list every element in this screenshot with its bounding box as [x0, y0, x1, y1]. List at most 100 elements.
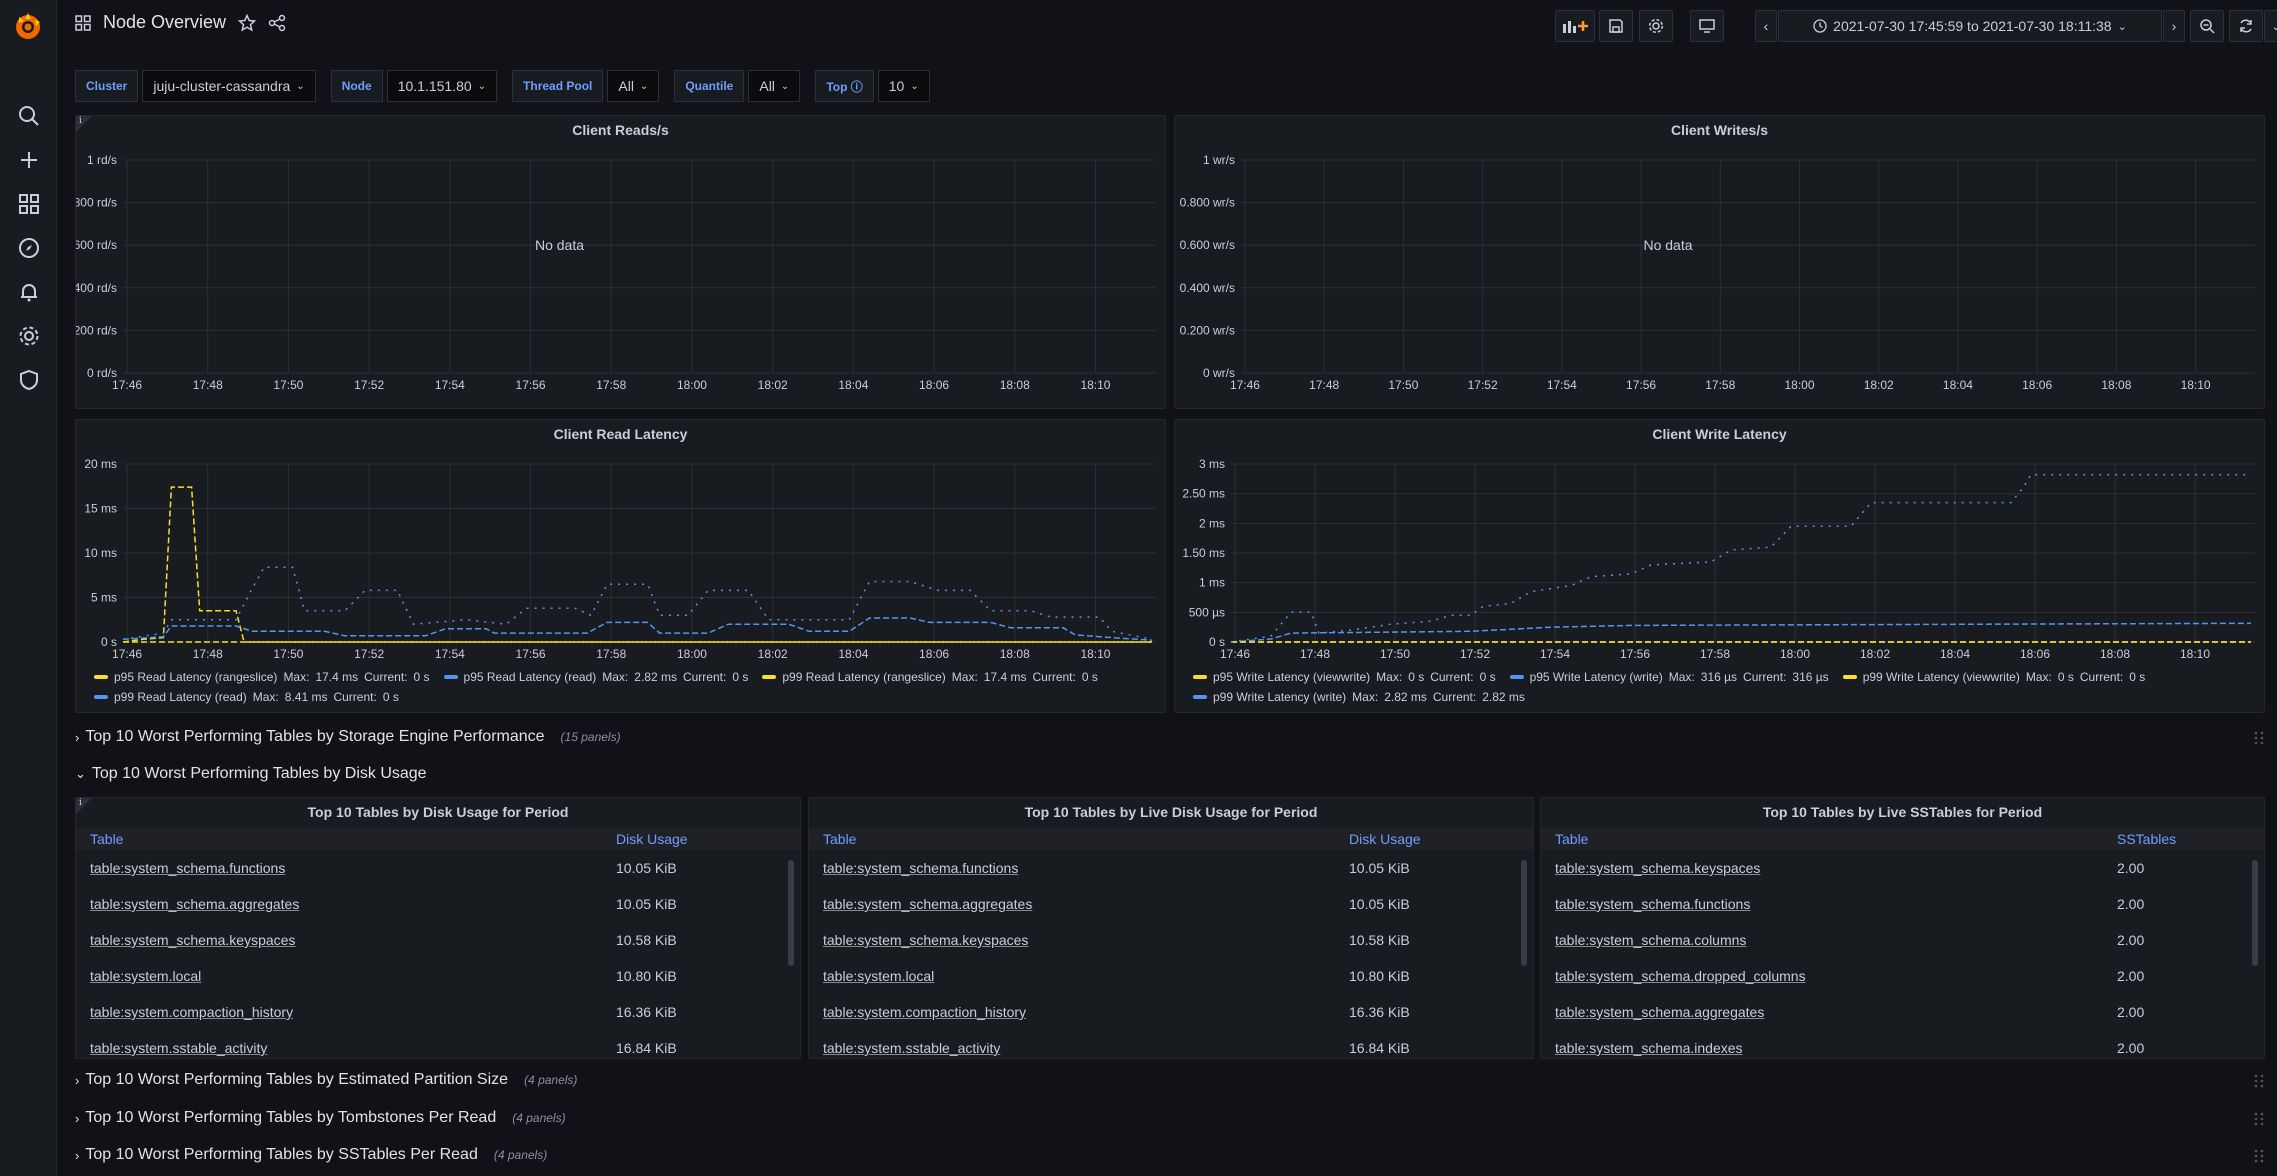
column-header-table[interactable]: Table [76, 831, 123, 847]
row-sstables-per-read[interactable]: › Top 10 Worst Performing Tables by SSTa… [75, 1140, 2265, 1170]
table-scrollbar[interactable] [2252, 860, 2258, 966]
row-panel-count: (4 panels) [524, 1073, 578, 1087]
x-tick-label: 18:08 [1000, 647, 1030, 661]
table-panel-disk-usage[interactable]: i Top 10 Tables by Disk Usage for Period… [75, 797, 801, 1059]
table-cell-name[interactable]: table:system_schema.aggregates [76, 896, 299, 912]
variable-select-thread-pool[interactable]: All ⌄ [607, 70, 660, 102]
panel-title[interactable]: Top 10 Tables by Live SSTables for Perio… [1541, 804, 2264, 820]
table-row: table:system_schema.functions 10.05 KiB [76, 850, 800, 886]
legend-max-label: Max: [283, 670, 310, 684]
row-title: Top 10 Worst Performing Tables by Estima… [85, 1071, 509, 1088]
row-tombstones[interactable]: › Top 10 Worst Performing Tables by Tomb… [75, 1103, 2265, 1133]
table-cell-value: 2.00 [2117, 932, 2145, 948]
x-tick-label: 17:50 [273, 647, 303, 661]
drag-handle-icon[interactable] [2253, 1148, 2265, 1164]
legend-item[interactable]: p95 Write Latency (viewwrite) Max: 0 s Curr… [1193, 670, 1496, 684]
table-cell-name[interactable]: table:system_schema.functions [809, 860, 1018, 876]
table-cell-name[interactable]: table:system_schema.indexes [1541, 1040, 1743, 1056]
table-cell-name[interactable]: table:system_schema.keyspaces [76, 932, 295, 948]
add-panel-button[interactable] [1555, 10, 1595, 42]
dashboard-title[interactable]: Node Overview [103, 12, 226, 33]
configuration-gear-icon[interactable] [16, 323, 42, 349]
legend-item[interactable]: p99 Write Latency (write) Max: 2.82 ms Curr… [1193, 690, 1525, 704]
column-header-value[interactable]: Disk Usage [616, 831, 688, 847]
legend-swatch [443, 675, 458, 679]
client-read-latency-panel[interactable]: Client Read Latency 0 s5 ms 10 ms 15 ms 20 … [75, 419, 1166, 713]
plus-icon[interactable] [16, 147, 42, 173]
table-cell-name[interactable]: table:system_schema.dropped_columns [1541, 968, 1806, 984]
table-cell-name[interactable]: table:system_schema.aggregates [1541, 1004, 1764, 1020]
row-partition-size[interactable]: › Top 10 Worst Performing Tables by Esti… [75, 1065, 2265, 1095]
grafana-logo-icon[interactable] [11, 10, 45, 44]
save-dashboard-button[interactable] [1599, 10, 1633, 42]
table-panel-live-sstables[interactable]: Top 10 Tables by Live SSTables for Perio… [1540, 797, 2265, 1059]
dashboards-icon[interactable] [16, 191, 42, 217]
client-write-latency-panel[interactable]: Client Write Latency 0 s 500 µs 1 ms 1.50 m… [1174, 419, 2265, 713]
row-disk-usage[interactable]: ⌄ Top 10 Worst Performing Tables by Disk… [75, 759, 2265, 789]
table-row: table:system_schema.functions 10.05 KiB [809, 850, 1533, 886]
time-range-back-button[interactable]: ‹ [1755, 10, 1777, 42]
y-tick-label: 0.400 rd/s [76, 281, 117, 295]
explore-compass-icon[interactable] [16, 235, 42, 261]
legend-item[interactable]: p95 Read Latency (read) Max: 2.82 ms Curren… [443, 670, 748, 684]
legend-item[interactable]: p99 Read Latency (read) Max: 8.41 ms Curren… [94, 690, 399, 704]
table-panel-live-disk-usage[interactable]: Top 10 Tables by Live Disk Usage for Per… [808, 797, 1534, 1059]
column-header-value[interactable]: SSTables [2117, 831, 2176, 847]
alerting-bell-icon[interactable] [16, 279, 42, 305]
row-storage-engine[interactable]: › Top 10 Worst Performing Tables by Stor… [75, 722, 2265, 752]
cycle-view-mode-button[interactable] [1690, 10, 1724, 42]
column-header-table[interactable]: Table [809, 831, 856, 847]
table-cell-name[interactable]: table:system_schema.keyspaces [1541, 860, 1760, 876]
table-cell-name[interactable]: table:system.local [809, 968, 934, 984]
zoom-out-button[interactable] [2190, 10, 2224, 42]
table-cell-name[interactable]: table:system.local [76, 968, 201, 984]
variable-select-quantile[interactable]: All ⌄ [748, 70, 801, 102]
x-tick-label: 17:50 [1380, 647, 1410, 661]
time-range-picker[interactable]: 2021-07-30 17:45:59 to 2021-07-30 18:11:… [1778, 10, 2162, 42]
table-cell-value: 10.05 KiB [616, 860, 677, 876]
table-scrollbar[interactable] [1521, 860, 1527, 966]
server-admin-shield-icon[interactable] [16, 367, 42, 393]
panel-title[interactable]: Top 10 Tables by Live Disk Usage for Per… [809, 804, 1533, 820]
variable-select-top[interactable]: 10 ⌄ [877, 70, 930, 102]
column-header-value[interactable]: Disk Usage [1349, 831, 1421, 847]
x-tick-label: 17:56 [516, 378, 546, 392]
table-cell-name[interactable]: table:system.sstable_activity [809, 1040, 1000, 1056]
legend-current-label: Current: [364, 670, 408, 684]
chevron-down-icon: ⌄ [910, 80, 919, 92]
panel-title[interactable]: Top 10 Tables by Disk Usage for Period [76, 804, 800, 820]
refresh-interval-picker[interactable]: ⌄ [2264, 10, 2277, 42]
drag-handle-icon[interactable] [2253, 1073, 2265, 1089]
legend-item[interactable]: p95 Read Latency (rangeslice) Max: 17.4 ms… [94, 670, 430, 684]
client-reads-panel[interactable]: i Client Reads/s 0 rd/s0.200 rd/s0.400 r… [75, 115, 1166, 409]
variable-select-node[interactable]: 10.1.151.80 ⌄ [386, 70, 498, 102]
drag-handle-icon[interactable] [2253, 1111, 2265, 1127]
refresh-button[interactable] [2229, 10, 2263, 42]
share-icon[interactable] [268, 14, 286, 32]
table-cell-name[interactable]: table:system.sstable_activity [76, 1040, 267, 1056]
table-cell-name[interactable]: table:system_schema.columns [1541, 932, 1746, 948]
table-cell-name[interactable]: table:system_schema.functions [76, 860, 285, 876]
table-cell-name[interactable]: table:system.compaction_history [76, 1004, 293, 1020]
table-cell-name[interactable]: table:system_schema.keyspaces [809, 932, 1028, 948]
x-tick-label: 18:08 [2100, 647, 2130, 661]
variable-select-cluster[interactable]: juju-cluster-cassandra ⌄ [142, 70, 316, 102]
table-scrollbar[interactable] [788, 860, 794, 966]
column-header-table[interactable]: Table [1541, 831, 1588, 847]
legend-current-label: Current: [1430, 670, 1474, 684]
legend-item[interactable]: p95 Write Latency (write) Max: 316 µs Curre… [1509, 670, 1829, 684]
table-cell-value: 2.00 [2117, 968, 2145, 984]
time-range-forward-button[interactable]: › [2163, 10, 2185, 42]
row-title: Top 10 Worst Performing Tables by Storag… [85, 728, 545, 745]
client-writes-panel[interactable]: Client Writes/s 0 wr/s 0.200 wr/s 0.400 wr… [1174, 115, 2265, 409]
drag-handle-icon[interactable] [2253, 730, 2265, 746]
table-cell-name[interactable]: table:system_schema.aggregates [809, 896, 1032, 912]
legend-item[interactable]: p99 Write Latency (viewwrite) Max: 0 s Curr… [1842, 670, 2145, 684]
dashboard-settings-button[interactable] [1639, 10, 1673, 42]
legend-item[interactable]: p99 Read Latency (rangeslice) Max: 17.4 ms… [762, 670, 1098, 684]
table-cell-name[interactable]: table:system_schema.functions [1541, 896, 1750, 912]
star-icon[interactable] [238, 13, 257, 32]
legend-max-label: Max: [252, 690, 279, 704]
table-cell-name[interactable]: table:system.compaction_history [809, 1004, 1026, 1020]
search-icon[interactable] [16, 103, 42, 129]
